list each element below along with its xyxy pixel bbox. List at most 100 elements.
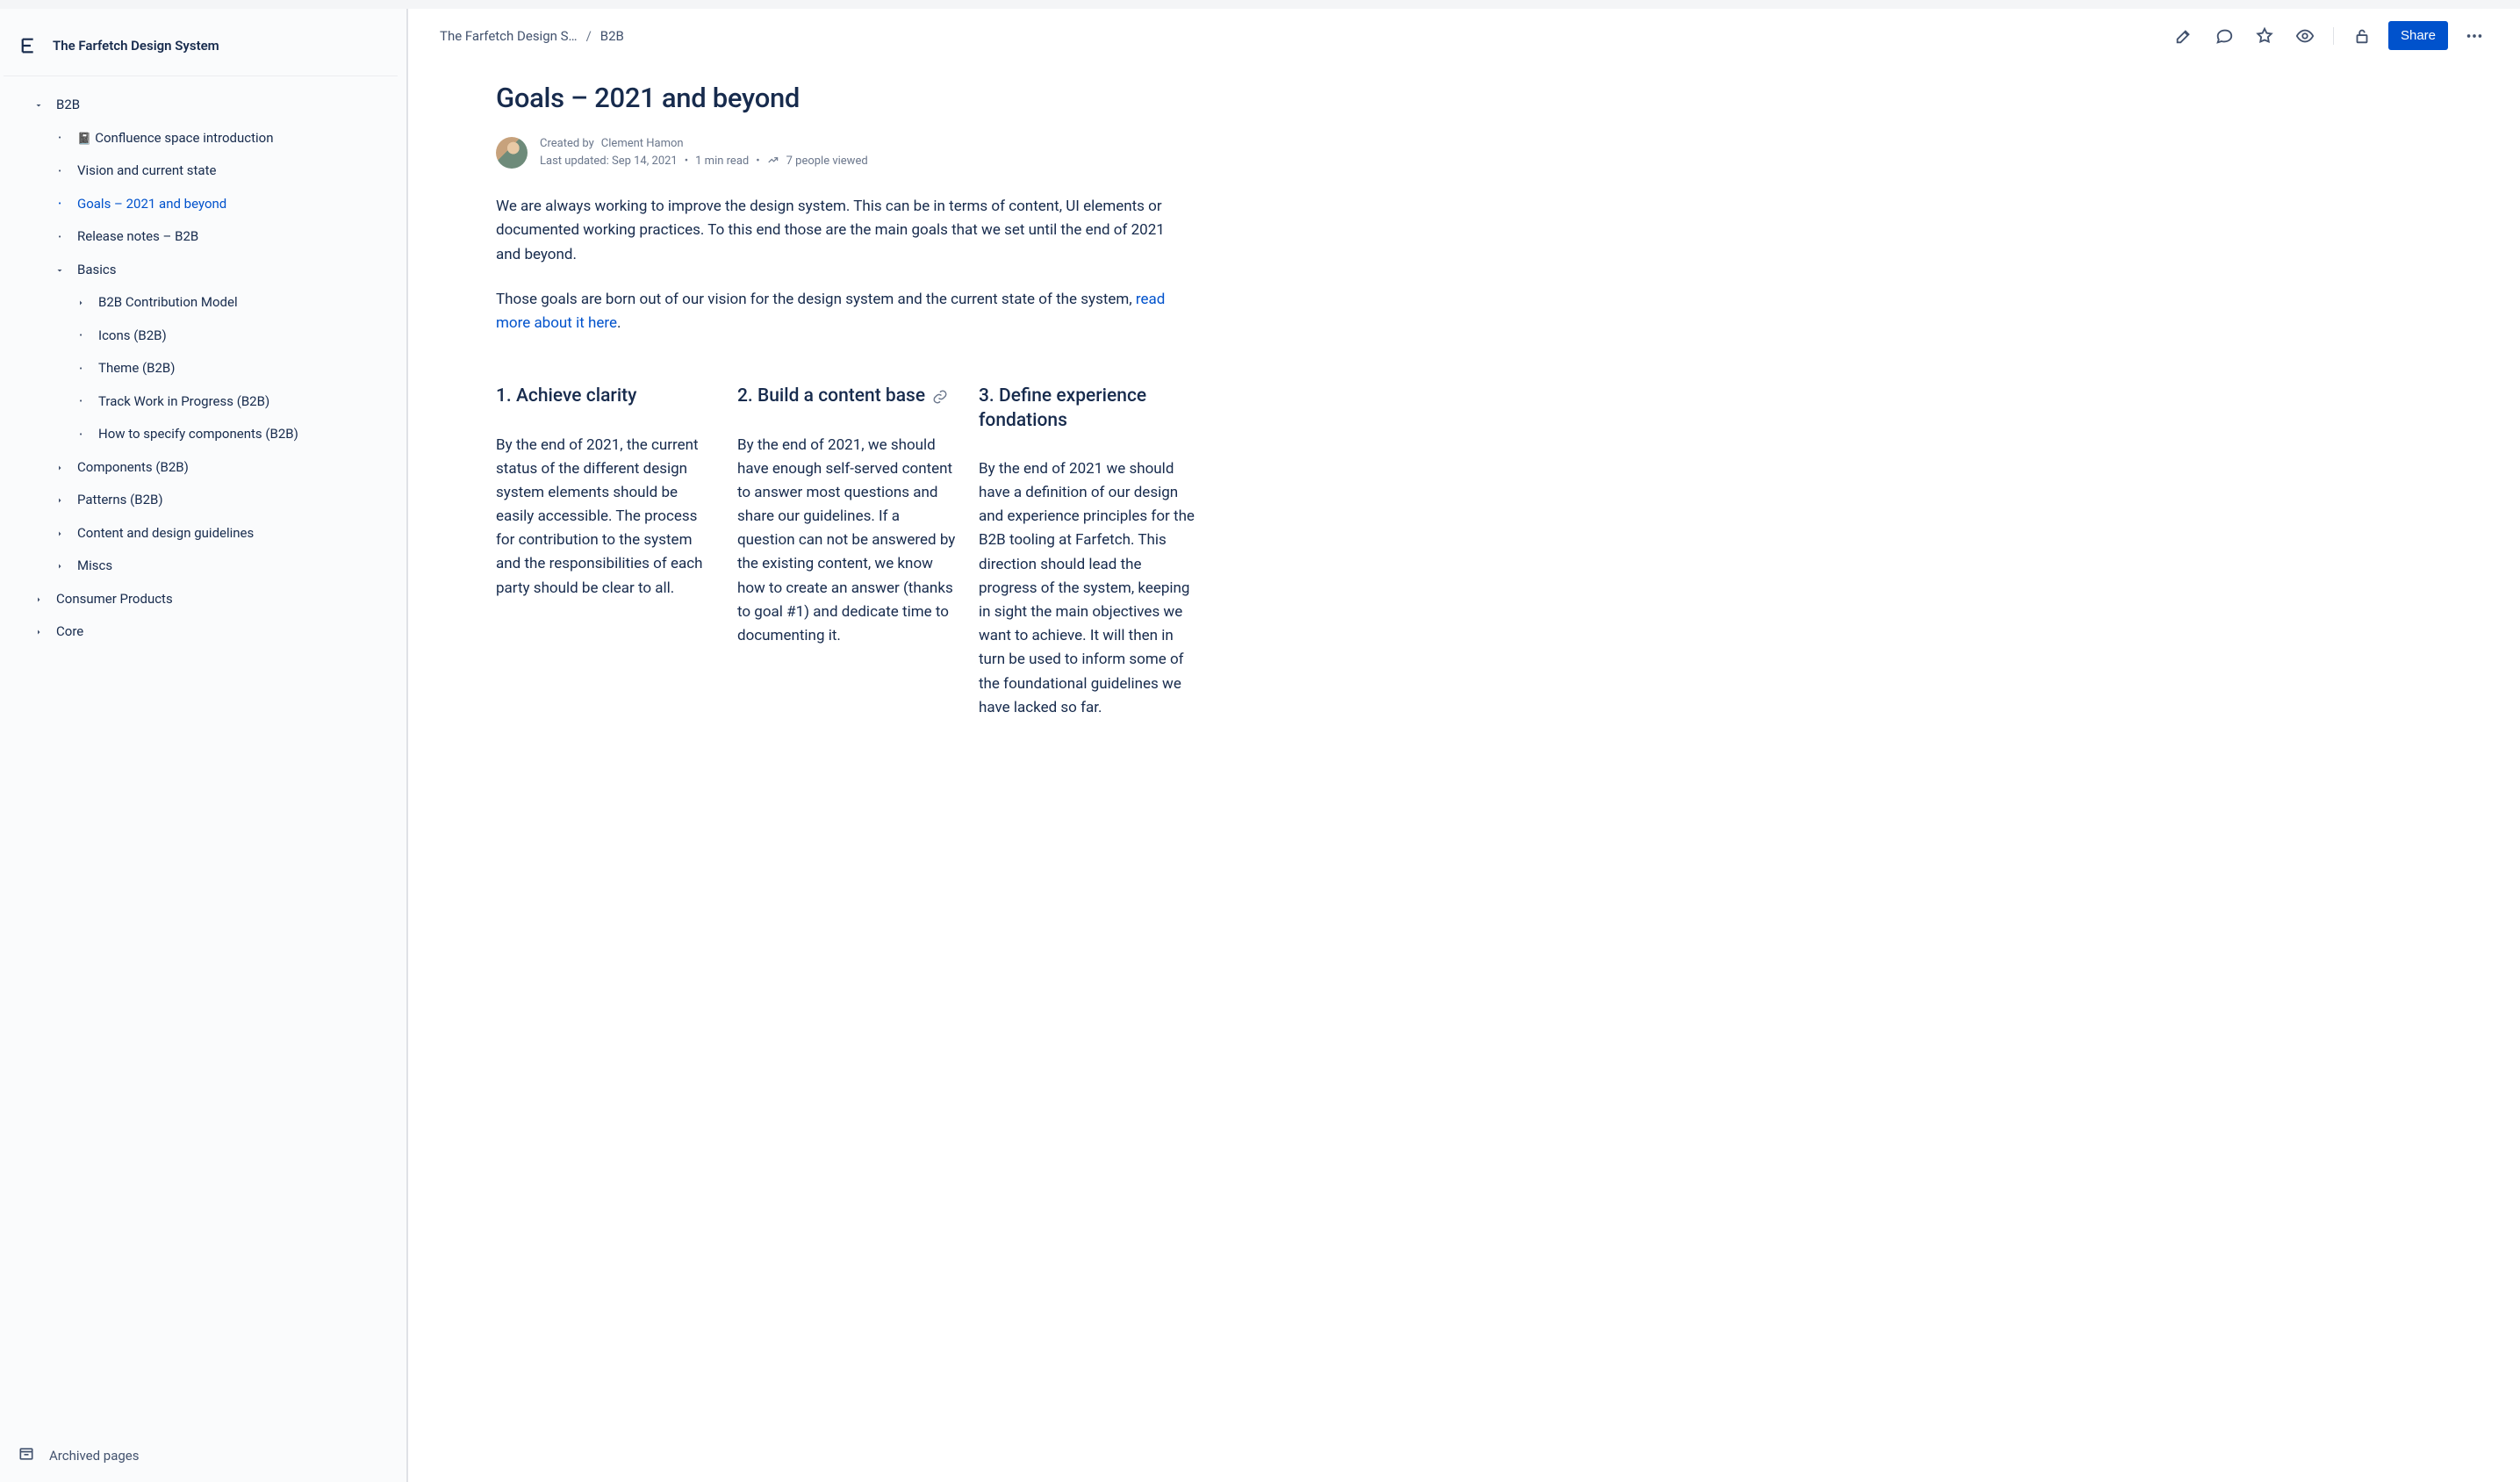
archive-icon — [18, 1445, 35, 1466]
main: The Farfetch Design S… / B2B Share Goals… — [408, 9, 2520, 1482]
nav-item-label: Consumer Products — [56, 591, 173, 608]
sidebar: The Farfetch Design System B2B • 📓Confluen… — [0, 9, 408, 1482]
chevron-right-icon — [70, 298, 91, 308]
goal-body: By the end of 2021 we should have a defi… — [979, 457, 1201, 720]
nav-item-b2b-contribution-model[interactable]: B2B Contribution Model — [7, 286, 396, 320]
bullet-icon: • — [49, 232, 70, 243]
page-content: Goals – 2021 and beyond Created by Cleme… — [408, 59, 2520, 1482]
nav-item-label: Miscs — [77, 558, 112, 575]
view-count[interactable]: 7 people viewed — [786, 153, 868, 170]
read-time: 1 min read — [695, 153, 749, 170]
byline-dot: • — [756, 153, 759, 170]
nav-item-goals-2021-and-beyond[interactable]: • Goals – 2021 and beyond — [7, 188, 396, 221]
share-button[interactable]: Share — [2388, 21, 2448, 50]
author-name[interactable]: Clement Hamon — [601, 135, 684, 153]
chevron-right-icon — [49, 463, 70, 473]
chevron-right-icon — [49, 529, 70, 539]
more-actions-icon[interactable] — [2460, 22, 2488, 50]
page-tree: B2B • 📓Confluence space introduction • Visio… — [0, 85, 406, 1433]
space-title: The Farfetch Design System — [53, 38, 219, 54]
goal-column-2: 2. Build a content base By the end of 202… — [737, 385, 959, 648]
page-emoji-icon: 📓 — [77, 133, 91, 146]
nav-item-label: How to specify components (B2B) — [98, 426, 298, 443]
nav-item-confluence-space-introduction[interactable]: • 📓Confluence space introduction — [7, 122, 396, 155]
nav-item-components-b2b[interactable]: Components (B2B) — [7, 451, 396, 485]
bullet-icon: • — [49, 198, 70, 210]
analytics-icon[interactable] — [767, 153, 779, 170]
nav-item-icons-b2b[interactable]: • Icons (B2B) — [7, 320, 396, 353]
page-body: We are always working to improve the des… — [496, 195, 1181, 335]
chevron-right-icon — [49, 495, 70, 506]
page-actions: Share — [2170, 21, 2488, 50]
nav-item-label: Release notes – B2B — [77, 228, 198, 246]
bullet-icon: • — [70, 330, 91, 342]
nav-item-label: 📓Confluence space introduction — [77, 130, 274, 147]
updated-date[interactable]: Sep 14, 2021 — [612, 155, 678, 168]
nav-item-label: B2B — [56, 97, 80, 114]
page-byline: Created by Clement Hamon Last updated: S… — [496, 135, 2488, 170]
byline-dot: • — [685, 153, 688, 170]
nav-item-core[interactable]: Core — [7, 615, 396, 649]
updated-prefix: Last updated: — [540, 155, 612, 168]
breadcrumb-parent[interactable]: B2B — [600, 28, 624, 44]
archived-pages-link[interactable]: Archived pages — [0, 1433, 406, 1482]
breadcrumb: The Farfetch Design S… / B2B — [440, 28, 624, 44]
goal-column-1: 1. Achieve clarity By the end of 2021, th… — [496, 385, 718, 601]
heading-link-icon[interactable] — [932, 389, 948, 405]
nav-item-miscs[interactable]: Miscs — [7, 550, 396, 583]
nav-item-vision-and-current-state[interactable]: • Vision and current state — [7, 155, 396, 188]
edit-icon[interactable] — [2170, 22, 2198, 50]
bullet-icon: • — [70, 363, 91, 375]
goals-columns: 1. Achieve clarity By the end of 2021, th… — [496, 385, 2488, 720]
nav-item-label: Core — [56, 623, 83, 641]
chevron-right-icon — [28, 594, 49, 605]
nav-item-b2b[interactable]: B2B — [7, 89, 396, 122]
bullet-icon: • — [49, 166, 70, 177]
nav-item-theme-b2b[interactable]: • Theme (B2B) — [7, 352, 396, 385]
created-by-prefix: Created by — [540, 135, 594, 153]
bullet-icon: • — [70, 429, 91, 441]
nav-item-label: Icons (B2B) — [98, 327, 167, 345]
nav-item-patterns-b2b[interactable]: Patterns (B2B) — [7, 484, 396, 517]
star-icon[interactable] — [2251, 22, 2279, 50]
nav-item-release-notes-b2b[interactable]: • Release notes – B2B — [7, 220, 396, 254]
chevron-right-icon — [28, 627, 49, 637]
intro-paragraph: We are always working to improve the des… — [496, 195, 1181, 267]
bullet-icon: • — [70, 396, 91, 407]
page-title: Goals – 2021 and beyond — [496, 82, 2488, 114]
topbar: The Farfetch Design S… / B2B Share — [408, 9, 2520, 59]
goal-heading: 2. Build a content base — [737, 385, 959, 408]
avatar[interactable] — [496, 137, 528, 169]
nav-item-label: Components (B2B) — [77, 459, 189, 477]
goal-body: By the end of 2021, the current status o… — [496, 434, 718, 601]
nav-item-label: Patterns (B2B) — [77, 492, 163, 509]
chevron-right-icon — [49, 561, 70, 572]
space-header[interactable]: The Farfetch Design System — [4, 16, 398, 76]
nav-item-basics[interactable]: Basics — [7, 254, 396, 287]
goal-heading: 1. Achieve clarity — [496, 385, 718, 408]
breadcrumb-separator: / — [586, 28, 592, 44]
chevron-down-icon — [28, 100, 49, 111]
action-separator — [2333, 27, 2334, 45]
chevron-down-icon — [49, 265, 70, 276]
watch-icon[interactable] — [2291, 22, 2319, 50]
nav-item-label: Basics — [77, 262, 117, 279]
comment-icon[interactable] — [2210, 22, 2238, 50]
nav-item-consumer-products[interactable]: Consumer Products — [7, 583, 396, 616]
nav-item-label: Theme (B2B) — [98, 360, 175, 378]
bullet-icon: • — [49, 133, 70, 144]
nav-item-label: Track Work in Progress (B2B) — [98, 393, 269, 411]
nav-item-track-work-in-progress-b2b[interactable]: • Track Work in Progress (B2B) — [7, 385, 396, 419]
nav-item-label: Vision and current state — [77, 162, 216, 180]
archived-pages-label: Archived pages — [49, 1448, 140, 1464]
breadcrumb-space[interactable]: The Farfetch Design S… — [440, 28, 578, 44]
nav-item-how-to-specify-components-b2b[interactable]: • How to specify components (B2B) — [7, 418, 396, 451]
restrictions-icon[interactable] — [2348, 22, 2376, 50]
space-logo-icon — [19, 35, 40, 56]
nav-item-label: Goals – 2021 and beyond — [77, 196, 226, 213]
second-paragraph: Those goals are born out of our vision f… — [496, 288, 1181, 335]
goal-body: By the end of 2021, we should have enoug… — [737, 434, 959, 649]
nav-item-label: Content and design guidelines — [77, 525, 254, 543]
nav-item-label: B2B Contribution Model — [98, 294, 238, 312]
nav-item-content-and-design-guidelines[interactable]: Content and design guidelines — [7, 517, 396, 550]
